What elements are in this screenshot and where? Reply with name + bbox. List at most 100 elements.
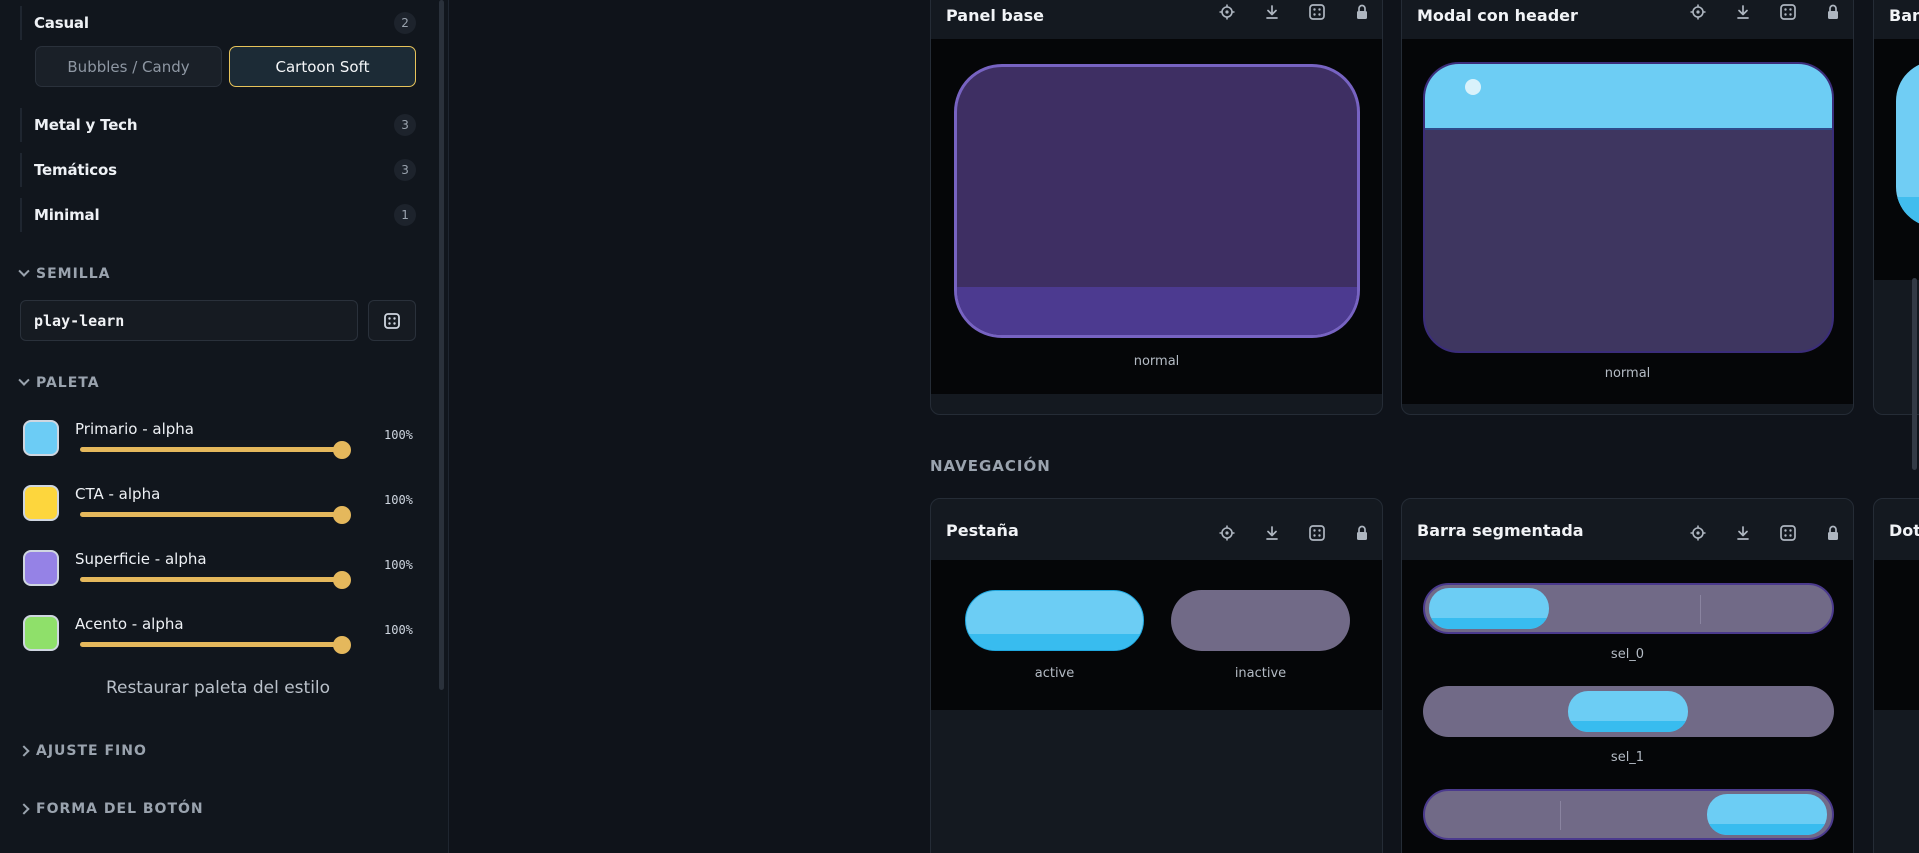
category-minimal[interactable]: Minimal 1	[20, 198, 416, 232]
card-carousel-dots: Dots de carrusel active inactive	[1873, 498, 1919, 853]
download-icon	[1737, 5, 1749, 19]
chevron-down-icon	[18, 265, 30, 277]
category-casual[interactable]: Casual 2	[20, 6, 416, 40]
restore-palette-button[interactable]: Restaurar paleta del estilo	[20, 678, 416, 698]
state-caption: inactive	[1234, 666, 1287, 681]
settings-button[interactable]	[1688, 523, 1708, 543]
color-swatch[interactable]	[23, 615, 59, 651]
app: Casual 2 Bubbles / Candy Cartoon Soft Me…	[0, 0, 1919, 853]
card-toolbar	[1673, 0, 1853, 33]
download-button[interactable]	[1733, 2, 1753, 22]
settings-icon	[1219, 4, 1235, 20]
main-area: Panel base normal Modal con header norma…	[450, 0, 1919, 853]
palette-label: Acento - alpha	[75, 615, 184, 633]
category-metal-tech[interactable]: Metal y Tech 3	[20, 108, 416, 142]
randomize-seed-button[interactable]	[368, 300, 416, 341]
alpha-slider[interactable]	[80, 571, 351, 589]
category-count: 3	[394, 159, 416, 181]
dice-icon	[384, 312, 400, 329]
lock-icon	[1357, 4, 1367, 19]
palette-row: Superficie - alpha 100%	[20, 550, 420, 606]
state-caption: normal	[1874, 245, 1919, 260]
banner-preview	[1896, 61, 1919, 227]
dice-icon	[1780, 525, 1796, 541]
card-modal-header: Modal con header normal	[1401, 0, 1854, 415]
lock-button[interactable]	[1352, 2, 1372, 22]
color-swatch[interactable]	[23, 550, 59, 586]
section-title: SEMILLA	[36, 266, 111, 282]
download-button[interactable]	[1733, 523, 1753, 543]
slider-knob[interactable]	[333, 506, 351, 524]
dice-button[interactable]	[1778, 523, 1798, 543]
sidebar: Casual 2 Bubbles / Candy Cartoon Soft Me…	[0, 0, 449, 853]
segmented-bar-preview	[1423, 789, 1834, 840]
tab-active-preview	[965, 590, 1144, 651]
card-preview: normal	[1402, 39, 1853, 404]
section-fine-tune-header[interactable]: AJUSTE FINO	[18, 743, 147, 759]
card-title: Banner hero	[1889, 6, 1919, 25]
dice-icon	[1780, 4, 1796, 20]
dice-button[interactable]	[1307, 523, 1327, 543]
settings-button[interactable]	[1688, 2, 1708, 22]
download-button[interactable]	[1262, 2, 1282, 22]
alpha-value: 100%	[384, 428, 413, 442]
alpha-slider[interactable]	[80, 441, 351, 459]
lock-icon	[1828, 525, 1838, 540]
slider-knob[interactable]	[333, 571, 351, 589]
state-caption: normal	[1133, 354, 1180, 369]
section-title: PALETA	[36, 375, 100, 391]
alpha-slider[interactable]	[80, 636, 351, 654]
alpha-value: 100%	[384, 493, 413, 507]
palette-row: CTA - alpha 100%	[20, 485, 420, 541]
slider-knob[interactable]	[333, 636, 351, 654]
settings-button[interactable]	[1217, 523, 1237, 543]
download-button[interactable]	[1262, 523, 1282, 543]
alpha-value: 100%	[384, 623, 413, 637]
card-preview: normal	[1874, 39, 1919, 280]
alpha-slider[interactable]	[80, 506, 351, 524]
card-toolbar	[1202, 0, 1382, 33]
slider-knob[interactable]	[333, 441, 351, 459]
segmented-bar-preview	[1423, 686, 1834, 737]
alpha-value: 100%	[384, 558, 413, 572]
card-preview: sel_0 sel_1	[1402, 560, 1853, 853]
category-tematicos[interactable]: Temáticos 3	[20, 153, 416, 187]
lock-button[interactable]	[1823, 523, 1843, 543]
color-swatch[interactable]	[23, 420, 59, 456]
category-label: Metal y Tech	[34, 116, 138, 134]
section-palette-header[interactable]: PALETA	[18, 374, 100, 391]
section-seed-header[interactable]: SEMILLA	[18, 265, 111, 282]
panel-base-preview	[954, 64, 1360, 338]
sidebar-scrollbar[interactable]	[439, 0, 444, 690]
lock-button[interactable]	[1823, 2, 1843, 22]
category-count: 1	[394, 204, 416, 226]
settings-button[interactable]	[1217, 2, 1237, 22]
main-scrollbar[interactable]	[1912, 278, 1917, 470]
chevron-down-icon	[18, 374, 30, 386]
dice-button[interactable]	[1778, 2, 1798, 22]
seed-input[interactable]	[20, 300, 358, 341]
category-label: Minimal	[34, 206, 100, 224]
state-caption: normal	[1604, 366, 1651, 381]
dice-icon	[1309, 4, 1325, 20]
palette-row: Primario - alpha 100%	[20, 420, 420, 476]
card-tab: Pestaña active inactive	[930, 498, 1383, 853]
section-button-shape-header[interactable]: FORMA DEL BOTÓN	[18, 801, 204, 817]
color-swatch[interactable]	[23, 485, 59, 521]
download-icon	[1266, 5, 1278, 19]
card-preview: active inactive	[1874, 560, 1919, 710]
card-segmented-bar: Barra segmentada sel_0 sel_1	[1401, 498, 1854, 853]
category-count: 3	[394, 114, 416, 136]
settings-icon	[1690, 525, 1706, 541]
category-label: Temáticos	[34, 161, 117, 179]
chevron-right-icon	[18, 745, 30, 757]
dice-icon	[1309, 525, 1325, 541]
lock-button[interactable]	[1352, 523, 1372, 543]
segmented-bar-preview	[1423, 583, 1834, 634]
card-toolbar	[1673, 512, 1853, 554]
category-label: Casual	[34, 14, 89, 32]
section-title-navegacion: NAVEGACIÓN	[930, 457, 1051, 475]
style-chip-bubbles-candy[interactable]: Bubbles / Candy	[35, 46, 222, 87]
style-chip-cartoon-soft[interactable]: Cartoon Soft	[229, 46, 416, 87]
dice-button[interactable]	[1307, 2, 1327, 22]
